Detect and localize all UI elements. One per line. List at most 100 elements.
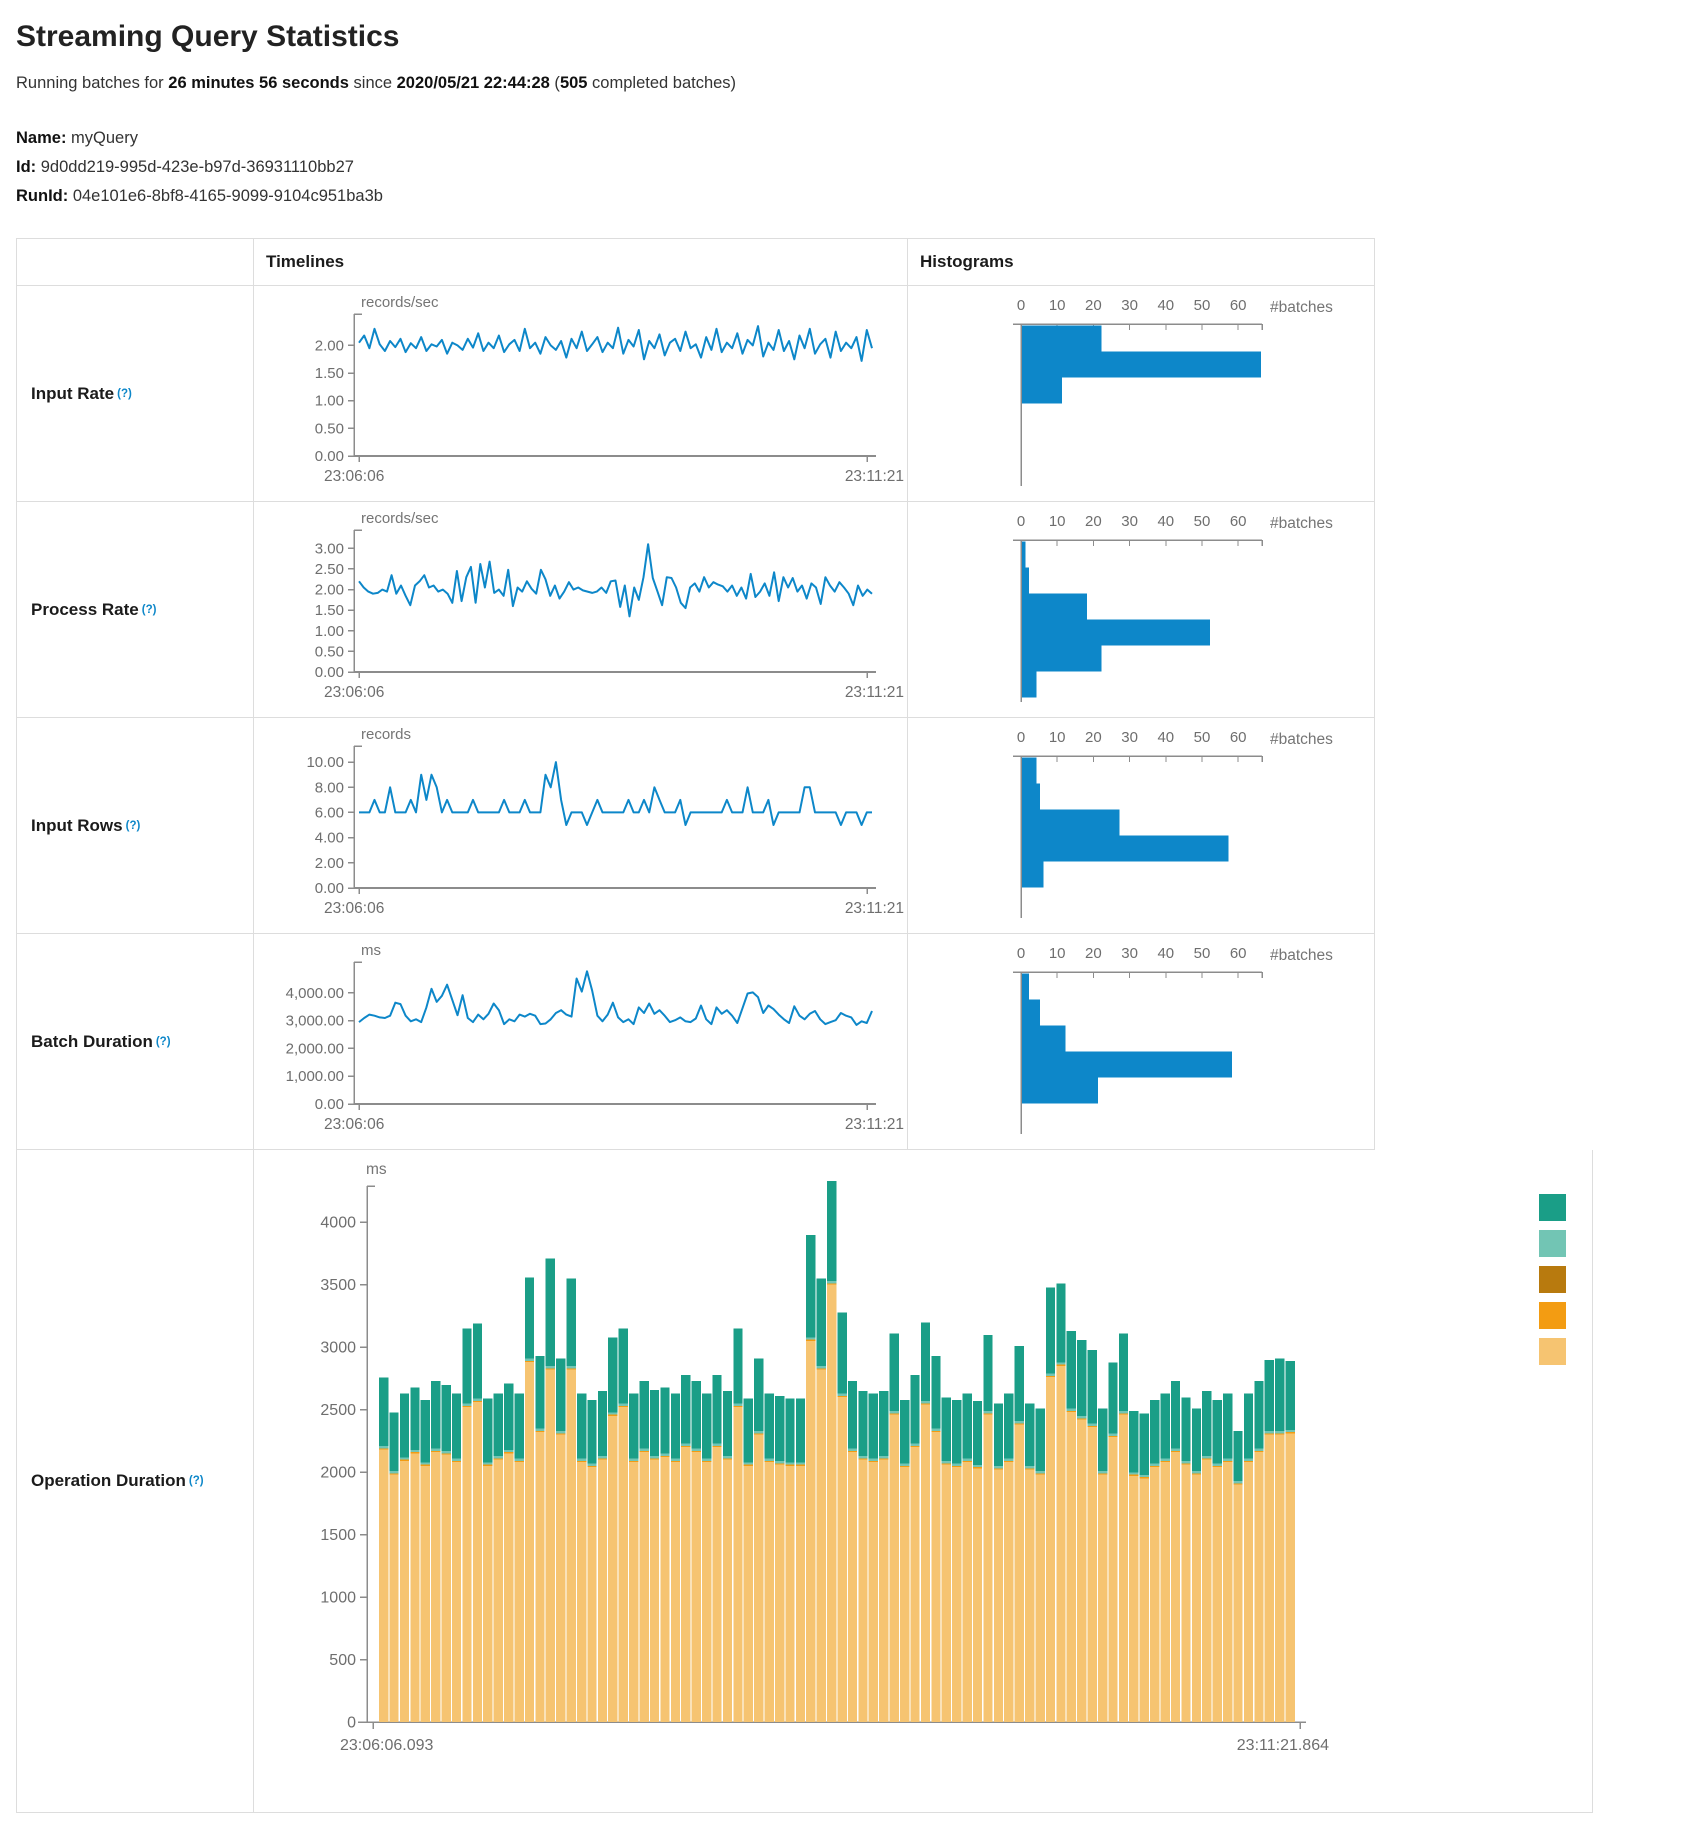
stacked-bar-segment-tan <box>1004 1462 1013 1722</box>
stacked-bar-segment-tan <box>712 1447 721 1722</box>
x-tick-label: 0 <box>1017 297 1025 314</box>
stacked-bar-segment-tan <box>650 1460 659 1723</box>
stacked-bar-segment-teal <box>515 1394 524 1459</box>
stacked-bar-segment-light_teal <box>921 1401 930 1403</box>
stacked-bar-segment-teal <box>671 1394 680 1459</box>
help-icon[interactable]: (?) <box>117 388 132 400</box>
stacked-bar-segment-teal <box>1025 1404 1034 1467</box>
stacked-bar-segment-orange <box>890 1413 899 1414</box>
header-histograms: Histograms <box>908 239 1374 285</box>
stacked-bar-segment-orange <box>546 1368 555 1369</box>
stacked-bar-segment-tan <box>681 1447 690 1722</box>
stacked-bar-segment-teal <box>660 1387 669 1453</box>
help-icon[interactable]: (?) <box>189 1475 204 1487</box>
header-timelines: Timelines <box>254 239 908 285</box>
stacked-bar-segment-light_teal <box>535 1429 544 1431</box>
stacked-bar-segment-orange <box>1129 1475 1138 1476</box>
y-tick-label: 2000 <box>320 1465 356 1482</box>
stacked-bar-segment-light_teal <box>848 1449 857 1451</box>
stacked-bar-segment-tan <box>556 1435 565 1723</box>
stacked-bar-segment-tan <box>827 1285 836 1723</box>
histogram-bar <box>1022 974 1029 1000</box>
stacked-bar-segment-tan <box>442 1455 451 1723</box>
stacked-bar-segment-light_teal <box>1067 1409 1076 1411</box>
stacked-bar-segment-teal <box>681 1375 690 1444</box>
stacked-bar-segment-tan <box>963 1462 972 1722</box>
x-end-label: 23:11:21 <box>845 900 904 917</box>
help-icon[interactable]: (?) <box>156 1036 171 1048</box>
stacked-bar-segment-tan <box>723 1460 732 1723</box>
stacked-bar-segment-orange <box>869 1461 878 1462</box>
stacked-bar-segment-light_teal <box>421 1462 430 1464</box>
line-chart: ms4,000.003,000.002,000.001,000.000.0023… <box>254 934 908 1147</box>
timeline-series <box>359 544 872 616</box>
stacked-bar-segment-light_teal <box>879 1456 888 1458</box>
stacked-bar-segment-light_teal <box>765 1459 774 1461</box>
x-tick-label: 60 <box>1230 945 1247 962</box>
completed-batches-count: 505 <box>560 74 588 92</box>
help-icon[interactable]: (?) <box>126 820 141 832</box>
stacked-bar-segment-teal <box>525 1277 534 1358</box>
stacked-bar-chart: ms4000350030002500200015001000500023:06:… <box>254 1150 1592 1810</box>
stacked-bar-segment-tan <box>952 1467 961 1722</box>
stacked-bar-segment-light_teal <box>546 1366 555 1368</box>
stacked-bar-segment-teal <box>1056 1284 1065 1363</box>
y-tick-label: 1.50 <box>315 602 344 619</box>
stacked-bar-segment-orange <box>1098 1473 1107 1474</box>
stacked-bar-segment-tan <box>1171 1452 1180 1722</box>
histogram-bar <box>1022 758 1037 784</box>
stacked-bar-segment-orange <box>796 1465 805 1466</box>
legend-swatch <box>1539 1194 1566 1221</box>
stacked-bar-segment-orange <box>483 1465 492 1466</box>
stacked-bar-segment-tan <box>567 1370 576 1723</box>
stacked-bar-segment-teal <box>963 1394 972 1459</box>
legend-swatch <box>1539 1230 1566 1257</box>
stacked-bar-segment-orange <box>1265 1433 1274 1434</box>
stacked-bar-segment-teal <box>556 1359 565 1432</box>
y-tick-label: 1000 <box>320 1590 356 1607</box>
page: Streaming Query Statistics Running batch… <box>0 0 1693 1833</box>
row-batch-duration: Batch Duration (?) ms4,000.003,000.002,0… <box>16 934 1375 1150</box>
stacked-bar-segment-teal <box>973 1401 982 1465</box>
batches-count-label: #batches <box>1270 731 1333 748</box>
stacked-bar-segment-tan <box>765 1462 774 1722</box>
stacked-bar-segment-orange <box>744 1465 753 1466</box>
stacked-bar-segment-light_teal <box>1286 1430 1295 1432</box>
y-tick-label: 0.00 <box>315 880 344 897</box>
stacked-bar-segment-orange <box>1275 1433 1284 1434</box>
stacked-bar-segment-tan <box>515 1462 524 1722</box>
stacked-bar-segment-teal <box>1129 1411 1138 1472</box>
batches-open-paren: ( <box>550 74 560 92</box>
x-end-label: 23:11:21 <box>845 468 904 485</box>
stacked-bar-segment-tan <box>660 1457 669 1722</box>
stacked-bar-segment-orange <box>1150 1466 1159 1467</box>
stacked-bar-segment-tan <box>1140 1478 1149 1722</box>
stacked-bar-segment-teal <box>921 1322 930 1401</box>
stacked-bar-segment-orange <box>525 1361 534 1362</box>
stacked-bar-segment-tan <box>598 1460 607 1723</box>
stacked-bar-segment-light_teal <box>952 1464 961 1466</box>
stacked-bar-segment-teal <box>733 1329 742 1404</box>
stacked-bar-segment-light_teal <box>442 1451 451 1453</box>
stacked-bar-segment-teal <box>1275 1359 1284 1432</box>
stacked-bar-segment-orange <box>608 1415 617 1416</box>
stacked-bar-segment-teal <box>1181 1397 1190 1461</box>
query-runid-line: RunId: 04e101e6-8bf8-4165-9099-9104c951b… <box>16 187 1693 206</box>
stacked-bar-segment-light_teal <box>754 1431 763 1433</box>
stacked-bar-segment-tan <box>504 1453 513 1722</box>
input-rate-label: Input Rate (?) <box>17 286 254 501</box>
input-rate-histogram-chart: #batches0102030405060 <box>908 286 1374 501</box>
stacked-bar-segment-teal <box>900 1400 909 1464</box>
stacked-bar-segment-light_teal <box>838 1394 847 1396</box>
stacked-bar-segment-light_teal <box>400 1457 409 1459</box>
stacked-bar-segment-light_teal <box>504 1450 513 1452</box>
stacked-bar-segment-tan <box>671 1462 680 1722</box>
y-tick-label: 2.00 <box>315 337 344 354</box>
y-tick-label: 0.00 <box>315 448 344 465</box>
x-tick-label: 40 <box>1157 513 1174 530</box>
help-icon[interactable]: (?) <box>142 604 157 616</box>
query-id-line: Id: 9d0dd219-995d-423e-b97d-36931110bb27 <box>16 158 1693 177</box>
y-tick-label: 2500 <box>320 1402 356 1419</box>
row-operation-duration: Operation Duration (?) ms400035003000250… <box>16 1150 1593 1813</box>
unit-label: records <box>361 726 411 743</box>
